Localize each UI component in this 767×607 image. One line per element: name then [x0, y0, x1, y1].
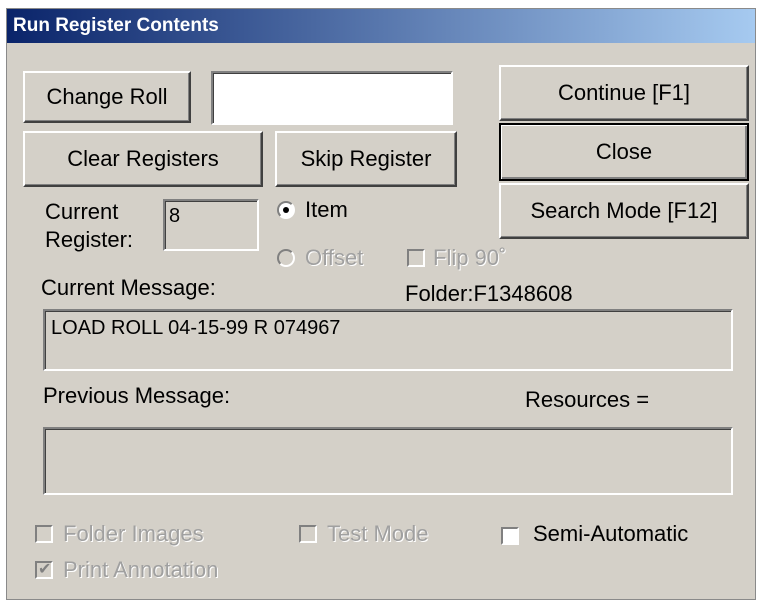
folder-label: Folder:F1348608: [405, 281, 573, 306]
offset-radio-label: Offset: [305, 245, 364, 270]
search-mode-button[interactable]: Search Mode [F12]: [499, 183, 749, 239]
resources-label: Resources =: [525, 387, 650, 412]
print-annotation-checkbox: ✔: [35, 561, 53, 579]
semi-automatic-checkbox[interactable]: [501, 527, 519, 545]
flip-90-checkbox: [407, 249, 425, 267]
change-roll-button[interactable]: Change Roll: [23, 71, 191, 123]
clear-registers-button[interactable]: Clear Registers: [23, 131, 263, 187]
offset-radio: [277, 249, 295, 267]
item-radio-dot: [283, 207, 289, 213]
folder-images-checkbox: [35, 525, 53, 543]
title-bar[interactable]: Run Register Contents: [7, 9, 755, 43]
current-register-value: 8: [169, 205, 181, 227]
item-radio-label[interactable]: Item: [305, 197, 348, 223]
current-register-field: 8: [163, 199, 259, 251]
close-button[interactable]: Close: [499, 123, 749, 181]
current-message-box: LOAD ROLL 04-15-99 R 074967: [43, 309, 733, 371]
checkmark-icon: ✔: [38, 561, 52, 578]
semi-automatic-label[interactable]: Semi-Automatic: [533, 521, 688, 547]
current-register-label-line1: Current: [45, 199, 119, 224]
current-message-label: Current Message:: [41, 275, 216, 300]
flip-90-label: Flip 90˚: [433, 245, 507, 270]
skip-register-button[interactable]: Skip Register: [275, 131, 457, 187]
continue-button[interactable]: Continue [F1]: [499, 65, 749, 121]
current-register-label-line2: Register:: [45, 227, 134, 252]
item-radio[interactable]: [277, 201, 295, 219]
folder-images-label: Folder Images: [63, 521, 204, 546]
test-mode-checkbox: [299, 525, 317, 543]
previous-message-label: Previous Message:: [43, 383, 231, 408]
test-mode-label: Test Mode: [327, 521, 429, 546]
previous-message-box: [43, 427, 733, 495]
roll-input[interactable]: [211, 71, 453, 125]
run-register-window: Run Register Contents Change Roll Contin…: [6, 8, 756, 600]
current-message-text: LOAD ROLL 04-15-99 R 074967: [51, 317, 341, 339]
print-annotation-label: Print Annotation: [63, 557, 219, 582]
